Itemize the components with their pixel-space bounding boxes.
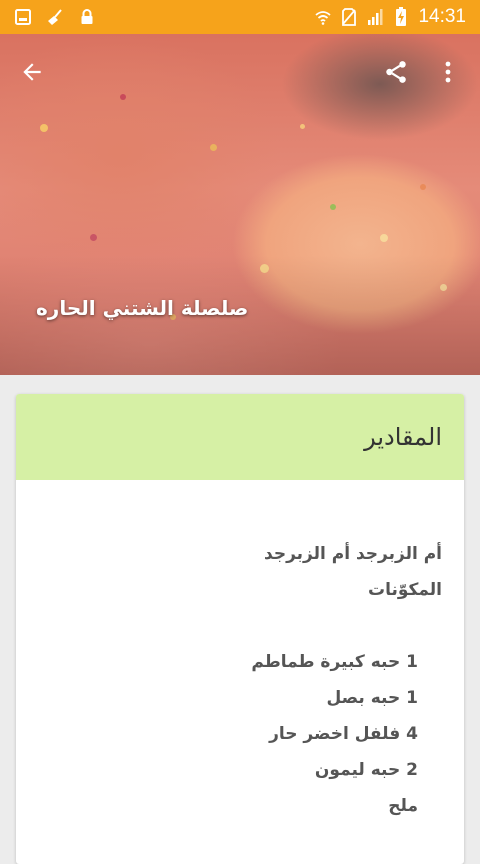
texture-speck — [40, 124, 48, 132]
signal-icon — [366, 8, 384, 26]
ingredient-item: 1 حبه كبيرة طماطم — [251, 652, 418, 672]
recipe-hero-image: صلصلة الشتني الحاره — [0, 34, 480, 375]
gallery-icon — [14, 8, 32, 26]
ingredient-item: ملح — [388, 796, 418, 816]
recipe-title: صلصلة الشتني الحاره — [36, 296, 249, 320]
ingredient-item: 1 حبه بصل — [326, 688, 419, 708]
texture-speck — [380, 234, 388, 242]
status-time: 14:31 — [418, 6, 466, 27]
battery-charging-icon — [392, 7, 410, 26]
card-header: المقادير — [16, 394, 464, 480]
texture-speck — [90, 234, 97, 241]
broom-icon — [46, 8, 64, 26]
wifi-icon — [314, 8, 332, 26]
texture-speck — [300, 124, 305, 129]
status-right-icons: 14:31 — [314, 6, 480, 28]
card-title: المقادير — [364, 423, 442, 451]
recipe-intro: أم الزبرجد أم الزبرجد — [264, 544, 442, 564]
texture-speck — [330, 204, 336, 210]
share-icon — [383, 59, 409, 89]
texture-speck — [210, 144, 217, 151]
ingredient-item: 4 فلفل اخضر حار — [269, 724, 418, 744]
status-bar: 14:31 — [0, 0, 480, 34]
back-button[interactable] — [12, 54, 52, 94]
texture-speck — [420, 184, 426, 190]
status-left-icons — [0, 8, 96, 26]
more-vert-icon — [444, 60, 452, 88]
more-options-button[interactable] — [430, 54, 466, 94]
texture-speck — [260, 264, 269, 273]
ingredient-item: 2 حبه ليمون — [314, 760, 418, 780]
texture-speck — [440, 284, 447, 291]
texture-speck — [120, 94, 126, 100]
share-button[interactable] — [376, 54, 416, 94]
lock-icon — [78, 8, 96, 26]
ingredients-heading: المكوّنات — [367, 580, 442, 600]
ingredients-card: المقادير أم الزبرجد أم الزبرجد المكوّنات… — [16, 394, 464, 864]
arrow-back-icon — [19, 59, 45, 89]
no-sim-icon — [340, 8, 358, 26]
